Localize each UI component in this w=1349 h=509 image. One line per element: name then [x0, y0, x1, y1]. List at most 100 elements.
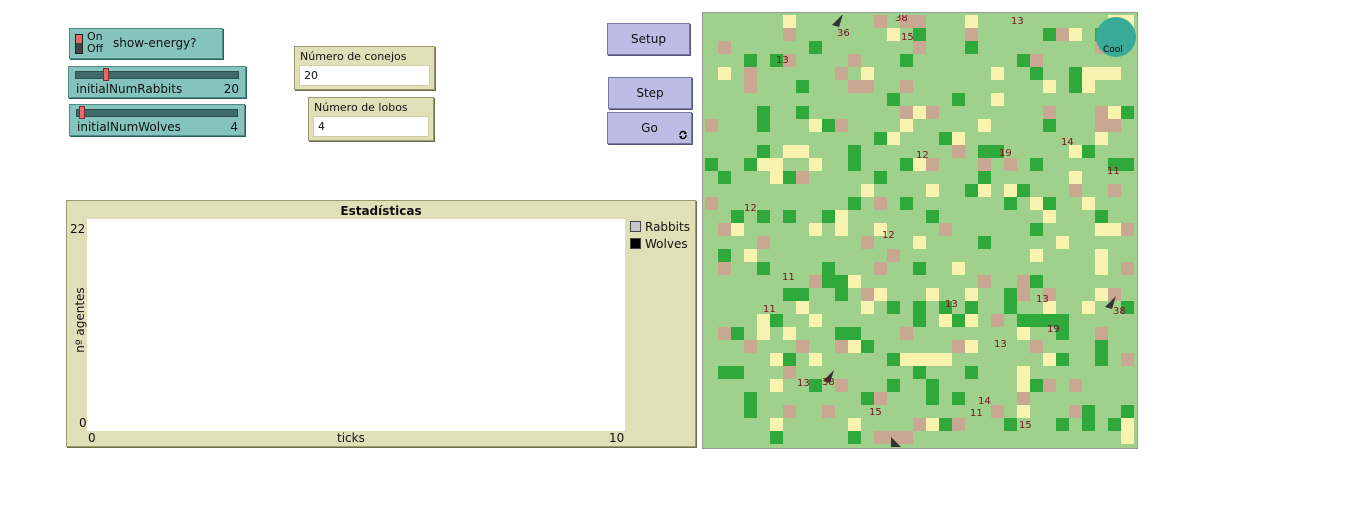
step-button[interactable]: Step [608, 77, 692, 109]
slider-track[interactable] [75, 71, 239, 79]
switch-off-label: Off [87, 42, 104, 55]
world-patch [952, 145, 965, 158]
world-patch [783, 288, 796, 301]
agent-energy-label: 19 [999, 148, 1012, 159]
world-patch [796, 288, 809, 301]
world-patch [835, 327, 848, 340]
world-patch [965, 366, 978, 379]
world-patch [796, 145, 809, 158]
world-patch [991, 67, 1004, 80]
world-view[interactable]: Cool 38 15 13 13 12 19 14 11 12 12 11 11 13 13 19 13 38 13… [702, 12, 1138, 449]
world-patch [744, 158, 757, 171]
world-patch [770, 418, 783, 431]
world-patch [926, 418, 939, 431]
world-patch [835, 340, 848, 353]
world-patch [1108, 106, 1121, 119]
world-patch [796, 340, 809, 353]
world-patch [1056, 236, 1069, 249]
world-patch [848, 54, 861, 67]
agent-energy-label: 11 [970, 408, 983, 419]
slider-track[interactable] [76, 109, 238, 117]
world-patch [731, 223, 744, 236]
world-patch [978, 119, 991, 132]
world-patch [900, 327, 913, 340]
legend-label: Wolves [645, 237, 688, 251]
world-patch [757, 327, 770, 340]
world-patch [757, 236, 770, 249]
slider-initial-num-rabbits[interactable]: initialNumRabbits 20 [68, 66, 246, 98]
go-button[interactable]: Go [607, 112, 692, 144]
world-patch [965, 15, 978, 28]
world-patch [1121, 418, 1134, 431]
world-patch [1069, 184, 1082, 197]
world-patch [1069, 28, 1082, 41]
world-patch [705, 119, 718, 132]
world-patch [1030, 340, 1043, 353]
world-patch [848, 327, 861, 340]
world-patch [1043, 353, 1056, 366]
world-patch [1017, 275, 1030, 288]
slider-label: initialNumWolves [77, 120, 181, 134]
slider-thumb[interactable] [79, 106, 85, 119]
world-patch [952, 418, 965, 431]
world-patch [965, 28, 978, 41]
slider-thumb[interactable] [103, 68, 109, 81]
world-patch [939, 132, 952, 145]
show-energy-switch[interactable]: On Off show-energy? [69, 28, 223, 59]
world-patch [887, 132, 900, 145]
world-patch [1056, 418, 1069, 431]
world-patch [913, 15, 926, 28]
agent-energy-label: 14 [978, 396, 991, 407]
world-patch [952, 392, 965, 405]
setup-button[interactable]: Setup [607, 23, 690, 55]
world-patch [939, 223, 952, 236]
agent-energy-label: 13 [1036, 294, 1049, 305]
world-patch [1069, 405, 1082, 418]
world-patch [913, 106, 926, 119]
world-patch [939, 353, 952, 366]
world-patch [1095, 106, 1108, 119]
plot-xmin-label: 0 [88, 431, 96, 445]
world-patch [848, 158, 861, 171]
world-patch [887, 353, 900, 366]
world-patch [965, 314, 978, 327]
world-patch [783, 353, 796, 366]
slider-initial-num-wolves[interactable]: initialNumWolves 4 [69, 104, 245, 136]
world-patch [822, 119, 835, 132]
world-patch [796, 301, 809, 314]
world-patch [783, 15, 796, 28]
world-patch [718, 67, 731, 80]
world-patch [978, 184, 991, 197]
world-patch [770, 379, 783, 392]
world-patch [783, 366, 796, 379]
world-patch [1095, 262, 1108, 275]
world-patch [978, 145, 991, 158]
world-patch [1017, 327, 1030, 340]
world-patch [1017, 379, 1030, 392]
world-patch [874, 197, 887, 210]
world-patch [1108, 418, 1121, 431]
world-patch [718, 223, 731, 236]
world-patch [1030, 314, 1043, 327]
world-patch [744, 54, 757, 67]
plot-estadisticas: Estadísticas 22 0 nº agentes 0 ticks 10 … [66, 200, 696, 447]
world-patch [1121, 431, 1134, 444]
switch-toggle[interactable] [75, 34, 83, 54]
world-patch [861, 392, 874, 405]
world-patch [1108, 223, 1121, 236]
world-patch [1017, 366, 1030, 379]
world-patch [1095, 67, 1108, 80]
world-patch [1030, 223, 1043, 236]
agent-energy-label: 15 [1019, 420, 1032, 431]
world-patch [731, 210, 744, 223]
world-patch [744, 249, 757, 262]
world-patch [718, 41, 731, 54]
world-patch [887, 249, 900, 262]
world-patch [874, 431, 887, 444]
world-patch [1004, 184, 1017, 197]
world-patch [1030, 379, 1043, 392]
world-patch [1121, 405, 1134, 418]
world-patch [874, 15, 887, 28]
world-patch [822, 210, 835, 223]
world-patch [848, 275, 861, 288]
